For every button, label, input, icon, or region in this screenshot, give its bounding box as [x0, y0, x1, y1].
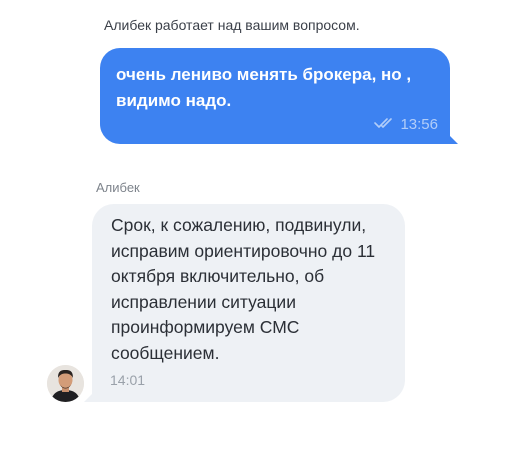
double-check-icon: [374, 116, 394, 133]
incoming-bubble-tail: [84, 388, 98, 402]
chat-thread: Алибек работает над вашим вопросом. очен…: [0, 0, 507, 472]
outgoing-message-bubble[interactable]: очень лениво менять брокера, но , видимо…: [100, 48, 458, 144]
sender-name: Алибек: [96, 180, 140, 195]
person-avatar-icon: [47, 365, 84, 402]
incoming-message-time: 14:01: [110, 372, 146, 388]
outgoing-message-time: 13:56: [400, 116, 438, 133]
outgoing-message-text: очень лениво менять брокера, но , видимо…: [116, 65, 412, 110]
typing-status: Алибек работает над вашим вопросом.: [104, 17, 360, 33]
agent-avatar[interactable]: [47, 365, 84, 402]
incoming-message-bubble[interactable]: Срок, к сожалению, подвинули, исправим о…: [84, 204, 405, 402]
incoming-message-text: Срок, к сожалению, подвинули, исправим о…: [111, 215, 376, 363]
outgoing-message-meta: 13:56: [374, 116, 438, 133]
outgoing-bubble-tail: [444, 130, 458, 144]
